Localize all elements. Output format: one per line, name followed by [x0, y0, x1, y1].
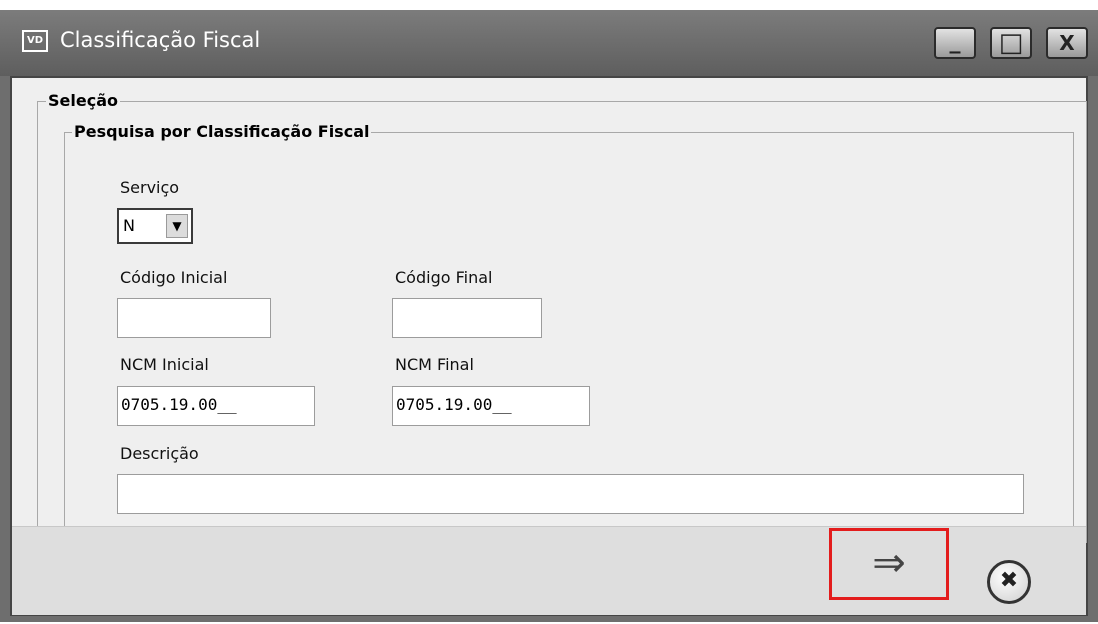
- selection-legend: Seleção: [46, 91, 120, 110]
- window-title: Classificação Fiscal: [60, 28, 261, 52]
- descricao-label: Descrição: [120, 444, 199, 463]
- cancel-button[interactable]: ✖: [987, 560, 1031, 604]
- minimize-icon: _: [949, 29, 961, 54]
- chevron-down-icon[interactable]: ▼: [166, 214, 188, 238]
- dialog-window: VD Classificação Fiscal _ □ X Seleção Pe…: [0, 10, 1098, 622]
- next-button[interactable]: ⇒: [829, 528, 949, 600]
- maximize-icon: □: [998, 28, 1024, 58]
- ncm-final-input[interactable]: 0705.19.00__: [392, 386, 590, 426]
- codigo-inicial-input[interactable]: [117, 298, 271, 338]
- servico-value: N: [123, 216, 135, 235]
- dialog-body: Seleção Pesquisa por Classificação Fisca…: [10, 76, 1088, 616]
- codigo-final-label: Código Final: [395, 268, 493, 287]
- codigo-final-input[interactable]: [392, 298, 542, 338]
- ncm-inicial-input[interactable]: 0705.19.00__: [117, 386, 315, 426]
- descricao-input[interactable]: [117, 474, 1024, 514]
- search-legend: Pesquisa por Classificação Fiscal: [72, 122, 372, 141]
- app-icon: VD: [22, 30, 48, 52]
- cancel-icon: ✖: [999, 568, 1019, 593]
- ncm-inicial-label: NCM Inicial: [120, 355, 209, 374]
- title-bar[interactable]: VD Classificação Fiscal _ □ X: [0, 10, 1098, 76]
- arrow-right-icon: ⇒: [872, 540, 906, 586]
- servico-label: Serviço: [120, 178, 180, 197]
- codigo-inicial-label: Código Inicial: [120, 268, 228, 287]
- minimize-button[interactable]: _: [934, 27, 976, 59]
- close-icon: X: [1059, 31, 1075, 55]
- close-button[interactable]: X: [1046, 27, 1088, 59]
- servico-select[interactable]: N ▼: [117, 208, 193, 244]
- ncm-final-label: NCM Final: [395, 355, 474, 374]
- maximize-button[interactable]: □: [990, 27, 1032, 59]
